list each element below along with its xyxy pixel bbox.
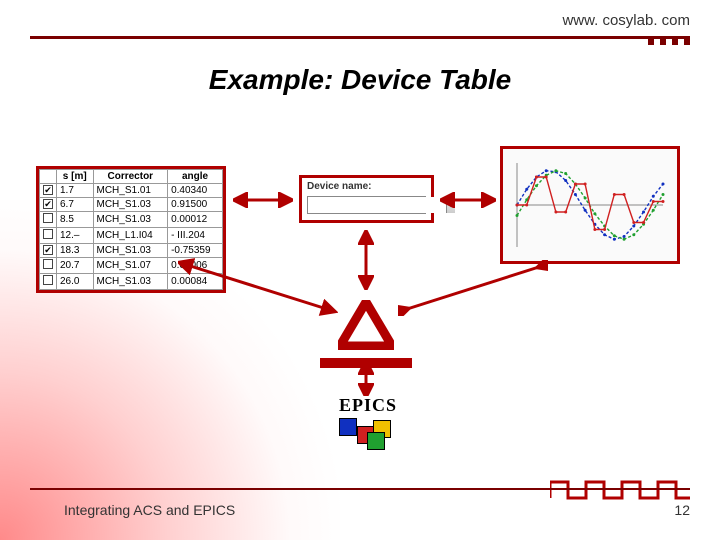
table-cell: 20.7 — [57, 258, 94, 274]
device-name-label: Device name: — [307, 181, 426, 192]
device-name-panel: Device name: — [299, 175, 434, 223]
table-cell: MCH_S1.03 — [93, 212, 168, 228]
arrow-table-to-device — [233, 192, 293, 208]
table-cell: MCH_S1.03 — [93, 274, 168, 290]
row-checkbox[interactable] — [43, 259, 53, 269]
table-row: 8.5MCH_S1.030.00012 — [40, 212, 223, 228]
crenellation-icon — [550, 474, 690, 500]
triangle-logo-icon — [338, 300, 394, 350]
epics-label: EPICS — [318, 395, 418, 416]
row-checkbox[interactable]: ✔ — [43, 245, 53, 255]
table-cell: 12.– — [57, 228, 94, 244]
table-header: s [m] — [57, 170, 94, 184]
table-cell: 18.3 — [57, 244, 94, 258]
row-checkbox[interactable]: ✔ — [43, 199, 53, 209]
table-cell: 0.40340 — [168, 184, 223, 198]
table-header: angle — [168, 170, 223, 184]
chart-plot — [503, 149, 677, 261]
arrow-device-to-logo — [358, 230, 374, 290]
table-cell: MCH_S1.01 — [93, 184, 168, 198]
table-cell: MCH_S1.03 — [93, 198, 168, 212]
arrow-chart-to-logo — [398, 260, 548, 316]
arrow-logo-to-epics — [358, 362, 374, 396]
header-divider — [30, 36, 690, 39]
table-cell: 8.5 — [57, 212, 94, 228]
table-cell: 6.7 — [57, 198, 94, 212]
table-row: ✔ 18.3MCH_S1.03-0.75359 — [40, 244, 223, 258]
row-checkbox[interactable] — [43, 275, 53, 285]
arrow-device-to-chart — [440, 192, 496, 208]
table-cell: - III.204 — [168, 228, 223, 244]
table-cell: 26.0 — [57, 274, 94, 290]
table-cell: -0.75359 — [168, 244, 223, 258]
table-cell: MCH_S1.03 — [93, 244, 168, 258]
arrow-table-to-logo — [178, 258, 338, 318]
page-number: 12 — [674, 502, 690, 518]
table-row: ✔ 1.7MCH_S1.010.40340 — [40, 184, 223, 198]
footer-divider — [30, 488, 690, 490]
table-row: ✔ 6.7MCH_S1.030.91500 — [40, 198, 223, 212]
table-row: 12.–MCH_L1.I04- III.204 — [40, 228, 223, 244]
epics-block: EPICS — [318, 395, 418, 448]
device-name-input[interactable] — [308, 197, 446, 213]
table-header: Corrector — [93, 170, 168, 184]
device-name-combo[interactable] — [307, 196, 426, 214]
row-checkbox[interactable] — [43, 229, 53, 239]
table-cell: MCH_L1.I04 — [93, 228, 168, 244]
slide-title: Example: Device Table — [0, 64, 720, 96]
footer-text: Integrating ACS and EPICS — [64, 502, 235, 518]
chart-panel — [500, 146, 680, 264]
epics-color-icon — [333, 418, 403, 448]
row-checkbox[interactable] — [43, 213, 53, 223]
slide: www. cosylab. com Example: Device Table … — [0, 0, 720, 540]
row-checkbox[interactable]: ✔ — [43, 185, 53, 195]
header-ticks-icon — [648, 39, 690, 45]
table-cell: MCH_S1.07 — [93, 258, 168, 274]
table-header — [40, 170, 57, 184]
table-cell: 0.91500 — [168, 198, 223, 212]
header-url: www. cosylab. com — [562, 12, 690, 29]
table-cell: 1.7 — [57, 184, 94, 198]
table-cell: 0.00012 — [168, 212, 223, 228]
